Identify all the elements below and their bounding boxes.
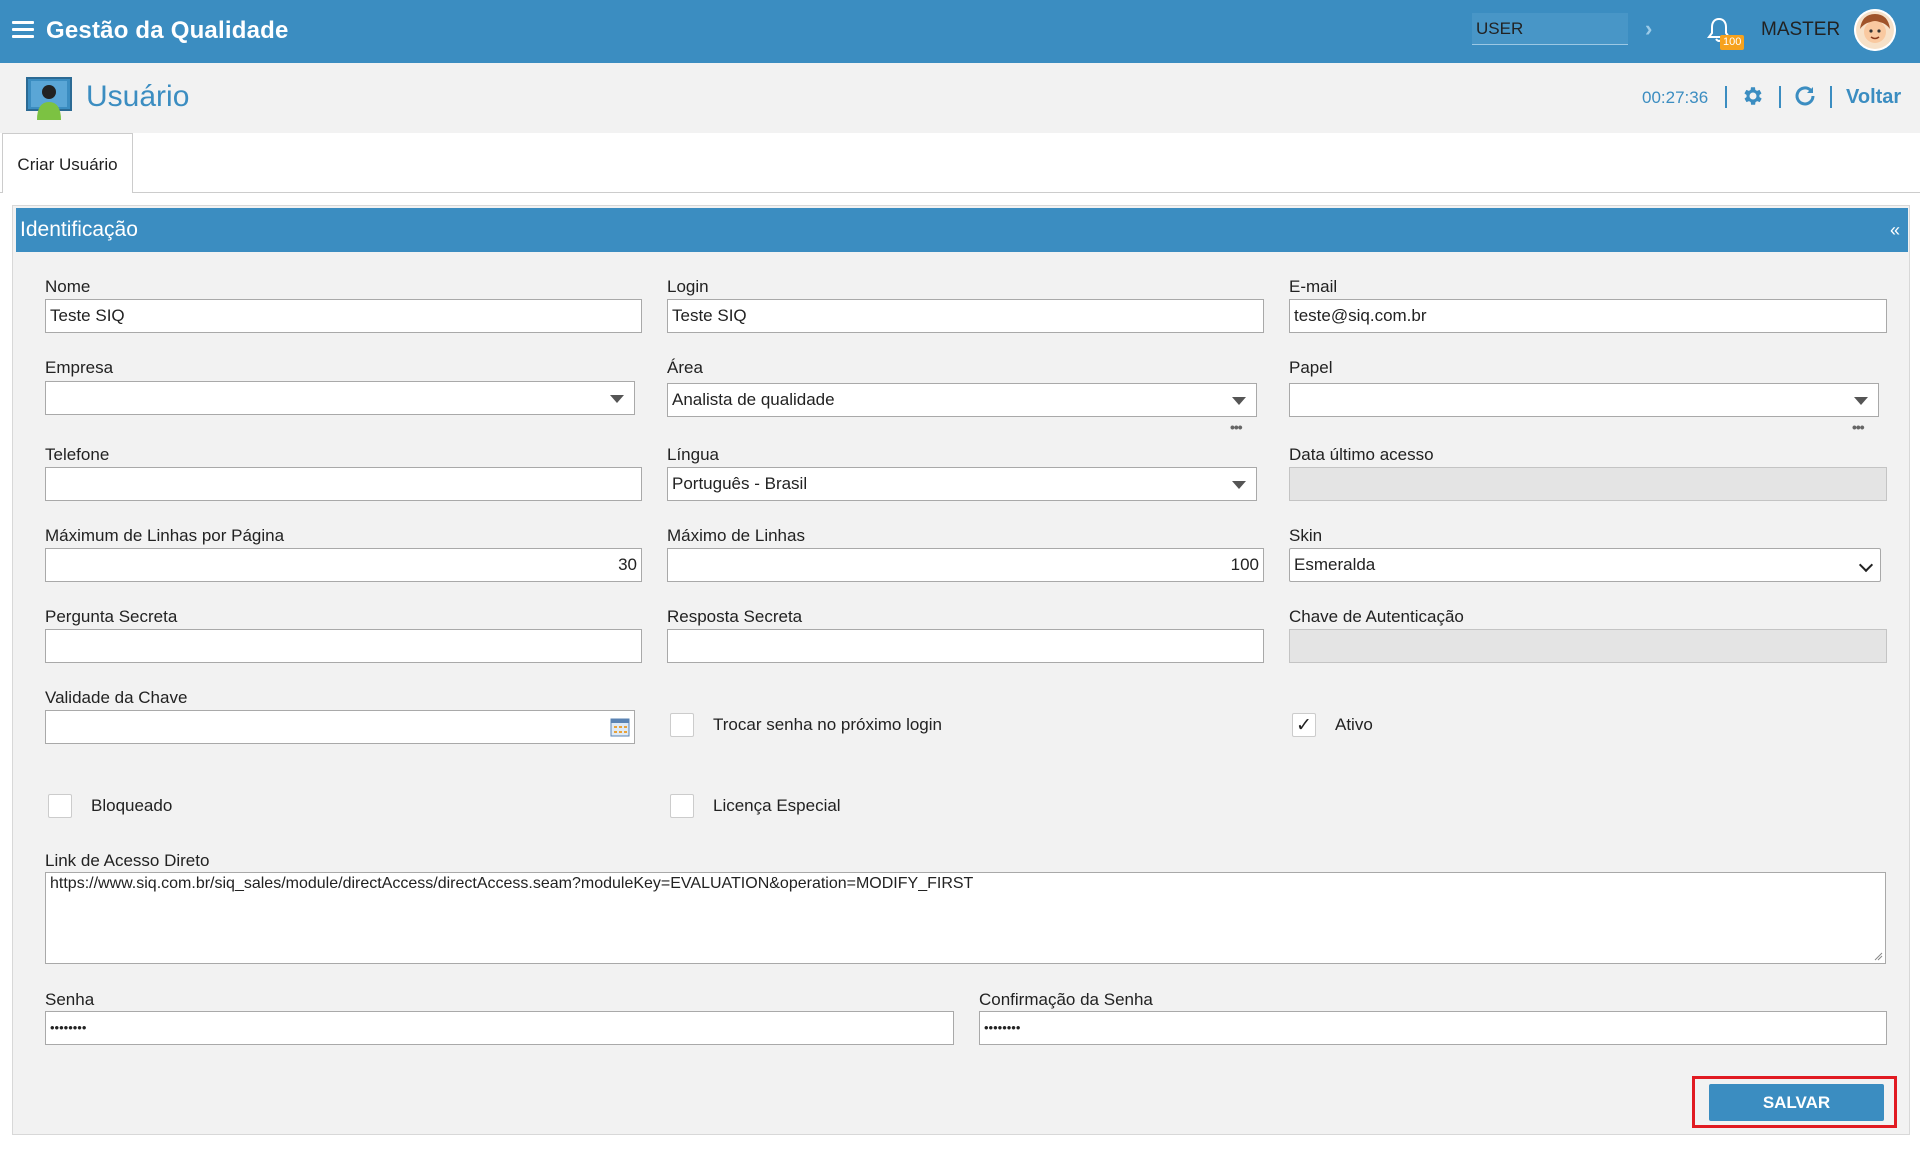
back-link[interactable]: Voltar <box>1846 86 1901 109</box>
skin-select[interactable]: Esmeralda <box>1289 548 1881 582</box>
max-linhas-input[interactable]: 100 <box>667 548 1264 582</box>
bloqueado-checkbox[interactable] <box>48 794 72 818</box>
app-title: Gestão da Qualidade <box>46 17 289 44</box>
max-linhas-pagina-label: Máximum de Linhas por Página <box>45 526 285 545</box>
page-header <box>0 63 1920 133</box>
link-acesso-value: https://www.siq.com.br/siq_sales/module/… <box>50 875 974 892</box>
max-linhas-label: Máximo de Linhas <box>667 526 805 545</box>
area-value: Analista de qualidade <box>672 390 835 409</box>
section-title: Identificação <box>20 218 138 241</box>
top-bar: Gestão da Qualidade <box>0 0 1920 63</box>
pergunta-secreta-label: Pergunta Secreta <box>45 607 178 626</box>
senha-input[interactable]: •••••••• <box>45 1011 954 1045</box>
area-select[interactable]: Analista de qualidade <box>667 383 1257 417</box>
chave-autenticacao-field <box>1289 629 1887 663</box>
link-acesso-label: Link de Acesso Direto <box>45 851 210 870</box>
user-avatar[interactable] <box>1854 9 1896 51</box>
ativo-label: Ativo <box>1335 715 1373 734</box>
form-panel <box>12 205 1910 1135</box>
confirmacao-senha-input[interactable]: •••••••• <box>979 1011 1887 1045</box>
trocar-senha-checkbox[interactable] <box>670 713 694 737</box>
skin-label: Skin <box>1289 526 1323 545</box>
senha-label: Senha <box>45 990 95 1009</box>
resposta-secreta-label: Resposta Secreta <box>667 607 803 626</box>
data-ultimo-acesso-label: Data último acesso <box>1289 445 1434 464</box>
papel-lookup-icon[interactable]: ••• <box>1852 419 1865 435</box>
lingua-label: Língua <box>667 445 719 464</box>
bloqueado-label: Bloqueado <box>91 796 173 815</box>
check-icon: ✓ <box>1296 715 1312 736</box>
area-label: Área <box>667 358 703 377</box>
resize-handle-icon[interactable] <box>1873 951 1883 961</box>
empresa-label: Empresa <box>45 358 114 377</box>
separator <box>1779 86 1781 108</box>
tab-criar-usuario[interactable]: Criar Usuário <box>2 133 133 193</box>
refresh-icon[interactable] <box>1793 84 1817 108</box>
validade-chave-label: Validade da Chave <box>45 688 188 707</box>
separator <box>1830 86 1832 108</box>
data-ultimo-acesso-field <box>1289 467 1887 501</box>
user-screen-icon <box>26 77 72 120</box>
lingua-select[interactable]: Português - Brasil <box>667 467 1257 501</box>
licenca-especial-checkbox[interactable] <box>670 794 694 818</box>
telefone-input[interactable] <box>45 467 642 501</box>
chave-autenticacao-label: Chave de Autenticação <box>1289 607 1464 626</box>
licenca-especial-label: Licença Especial <box>713 796 841 815</box>
skin-value: Esmeralda <box>1294 555 1376 574</box>
link-acesso-textarea[interactable]: https://www.siq.com.br/siq_sales/module/… <box>45 872 1886 964</box>
papel-select[interactable] <box>1289 383 1879 417</box>
validade-chave-input[interactable] <box>45 710 635 744</box>
empresa-select[interactable] <box>45 381 635 415</box>
menu-icon[interactable] <box>12 21 34 39</box>
email-input[interactable]: teste@siq.com.br <box>1289 299 1887 333</box>
area-lookup-icon[interactable]: ••• <box>1230 419 1243 435</box>
section-header[interactable]: Identificação « <box>16 208 1908 252</box>
user-selector[interactable]: USER <box>1472 13 1628 45</box>
login-input[interactable]: Teste SIQ <box>667 299 1264 333</box>
confirmacao-senha-label: Confirmação da Senha <box>979 990 1153 1009</box>
nome-input[interactable]: Teste SIQ <box>45 299 642 333</box>
resposta-secreta-input[interactable] <box>667 629 1264 663</box>
chevron-down-icon <box>1858 557 1874 573</box>
email-label: E-mail <box>1289 277 1338 296</box>
calendar-icon[interactable] <box>610 717 630 737</box>
save-button[interactable]: SALVAR <box>1709 1084 1884 1121</box>
papel-label: Papel <box>1289 358 1333 377</box>
pergunta-secreta-input[interactable] <box>45 629 642 663</box>
notification-badge: 100 <box>1720 35 1745 50</box>
lingua-value: Português - Brasil <box>672 474 808 493</box>
tab-divider <box>0 192 1920 193</box>
user-name[interactable]: MASTER <box>1761 19 1840 41</box>
telefone-label: Telefone <box>45 445 110 464</box>
max-linhas-pagina-input[interactable]: 30 <box>45 548 642 582</box>
login-label: Login <box>667 277 709 296</box>
gear-icon[interactable] <box>1740 84 1764 108</box>
nome-label: Nome <box>45 277 91 296</box>
chevron-right-icon[interactable]: › <box>1645 16 1652 42</box>
trocar-senha-label: Trocar senha no próximo login <box>713 715 942 734</box>
separator <box>1725 86 1727 108</box>
ativo-checkbox[interactable]: ✓ <box>1292 713 1316 737</box>
collapse-icon[interactable]: « <box>1890 208 1900 252</box>
session-timer: 00:27:36 <box>1642 88 1709 107</box>
page-title: Usuário <box>86 80 190 113</box>
